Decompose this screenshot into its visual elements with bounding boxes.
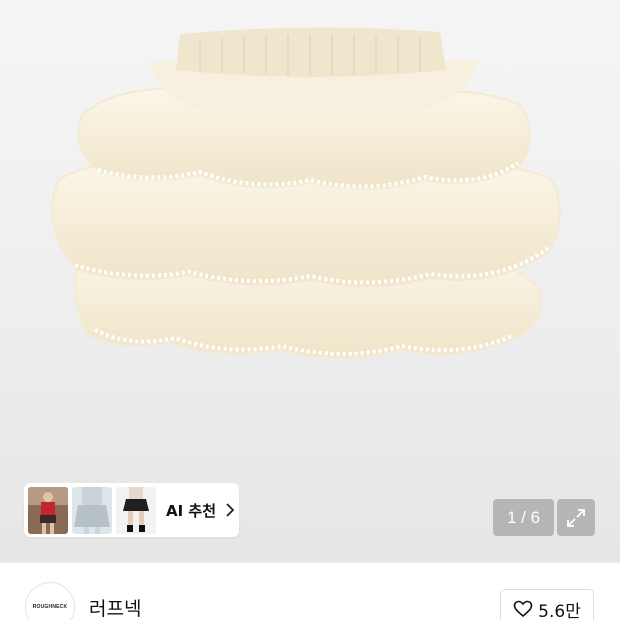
ai-recommend-label: AI 추천 [166,501,217,520]
brand-logo-text: ROUGHNECK [32,604,68,610]
skirt-illustration [51,27,561,359]
expand-icon [567,508,585,527]
like-count: 5.6만 [538,601,581,620]
image-pager: 1 / 6 [493,499,554,536]
recommend-thumbnail-1[interactable] [28,486,68,534]
product-image[interactable] [0,0,620,562]
brand-logo[interactable]: ROUGHNECK [25,582,75,620]
expand-button[interactable] [557,499,595,536]
ai-recommend-chip[interactable]: AI 추천 [24,483,239,537]
recommend-thumbnail-2[interactable] [72,486,112,534]
chevron-right-icon [224,502,236,518]
recommend-thumbnail-3[interactable] [116,486,156,534]
like-button[interactable]: 5.6만 [500,589,594,620]
brand-name[interactable]: 러프넥 [89,594,141,620]
heart-icon [513,600,533,618]
brand-bar: ROUGHNECK 러프넥 5.6만 [0,562,620,620]
